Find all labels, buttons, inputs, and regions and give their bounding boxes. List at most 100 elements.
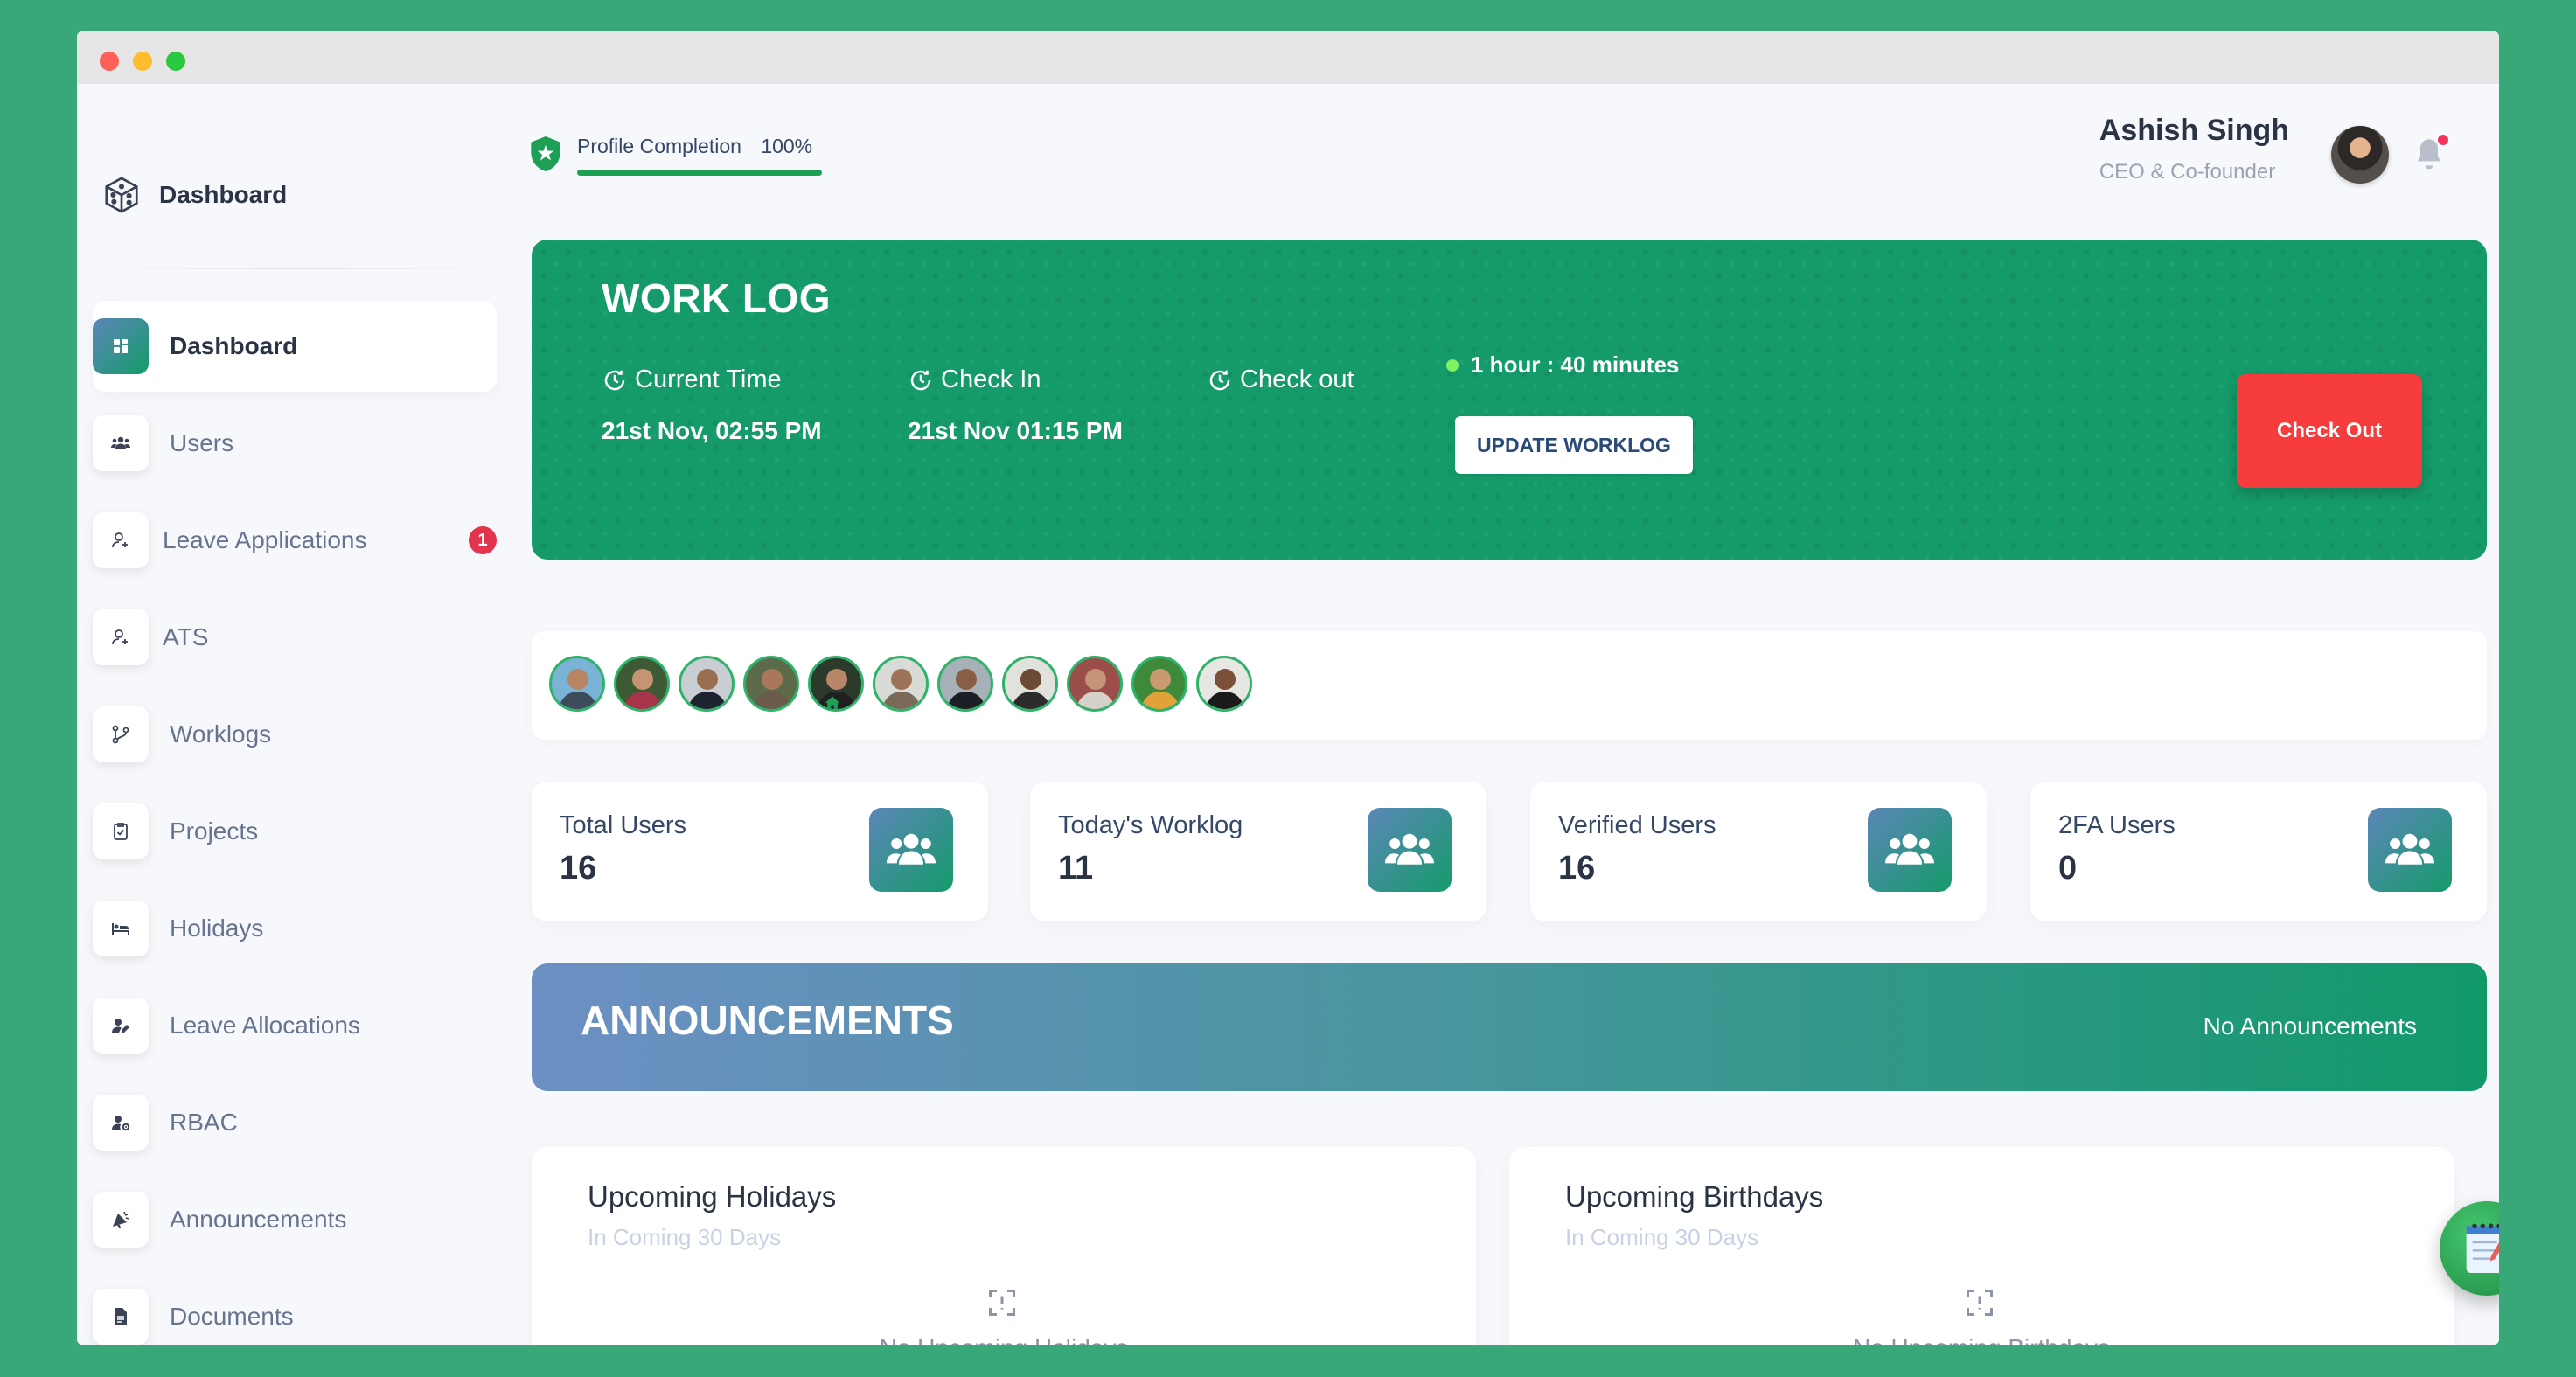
- stat-card-todays-worklog[interactable]: Today's Worklog 11: [1030, 782, 1486, 921]
- check-in: Check In 21st Nov 01:15 PM: [908, 365, 1123, 445]
- users-icon: [1368, 808, 1452, 892]
- worklog-title: WORK LOG: [602, 275, 832, 321]
- stat-label: Total Users: [560, 811, 687, 839]
- team-avatar[interactable]: [1131, 656, 1187, 712]
- sidebar-item-documents[interactable]: Documents: [93, 1271, 497, 1345]
- upcoming-birthdays-card: Upcoming Birthdays In Coming 30 Days No …: [1509, 1147, 2454, 1345]
- stat-card-2fa-users[interactable]: 2FA Users 0: [2030, 782, 2487, 921]
- sidebar-item-label: Projects: [170, 817, 259, 845]
- user-gear-icon: [93, 1095, 149, 1151]
- card-title: Upcoming Holidays: [588, 1180, 837, 1213]
- sidebar-item-dashboard[interactable]: Dashboard: [93, 301, 497, 392]
- sidebar-item-label: Leave Allocations: [170, 1012, 360, 1039]
- user-info[interactable]: Ashish Singh CEO & Co-founder: [2099, 114, 2289, 184]
- notepad-icon: [2466, 1223, 2499, 1273]
- team-avatar[interactable]: [1067, 656, 1123, 712]
- announcements-empty-text: No Announcements: [2203, 1012, 2417, 1040]
- dice-icon: [105, 177, 138, 213]
- brand-label: Dashboard: [159, 181, 288, 208]
- announcements-banner: ANNOUNCEMENTS No Announcements: [532, 963, 2487, 1091]
- home-icon: [825, 696, 840, 710]
- sidebar-item-announcements[interactable]: Announcements: [93, 1174, 497, 1265]
- sidebar-item-users[interactable]: Users: [93, 398, 497, 489]
- stat-label: Verified Users: [1558, 811, 1716, 839]
- megaphone-icon: [93, 1192, 149, 1248]
- clock-icon: [604, 370, 625, 390]
- check-out-label: Check out: [1240, 365, 1354, 393]
- duration-text: 1 hour : 40 minutes: [1471, 351, 1680, 378]
- user-add-icon: [93, 512, 149, 568]
- users-icon: [93, 415, 149, 471]
- check-out: Check out: [1207, 365, 1354, 394]
- current-time-value: 21st Nov, 02:55 PM: [602, 417, 822, 444]
- update-worklog-button[interactable]: UPDATE WORKLOG: [1455, 416, 1693, 474]
- sidebar-item-ats[interactable]: ATS: [93, 592, 497, 683]
- sidebar-item-projects[interactable]: Projects: [93, 786, 497, 877]
- clock-icon: [1209, 370, 1230, 390]
- sidebar-item-label: Dashboard: [170, 332, 298, 359]
- maximize-window-button[interactable]: [166, 52, 185, 71]
- users-icon: [869, 808, 953, 892]
- user-edit-icon: [93, 998, 149, 1054]
- current-time-label: Current Time: [635, 365, 782, 393]
- sidebar-item-rbac[interactable]: RBAC: [93, 1077, 497, 1168]
- notification-dot: [2436, 133, 2450, 147]
- users-icon: [1868, 808, 1952, 892]
- grid-icon: [93, 318, 149, 374]
- user-add-icon: [93, 609, 149, 665]
- sidebar-item-leave-applications[interactable]: Leave Applications 1: [93, 495, 497, 586]
- profile-completion-bar: [577, 170, 822, 176]
- profile-completion-value: 100%: [761, 135, 813, 157]
- card-subtitle: In Coming 30 Days: [1565, 1224, 1759, 1250]
- team-avatar[interactable]: [1196, 656, 1252, 712]
- check-in-label: Check In: [941, 365, 1041, 393]
- sidebar-item-label: Holidays: [170, 915, 264, 942]
- clipboard-icon: [93, 803, 149, 859]
- team-avatar[interactable]: [549, 656, 605, 712]
- sidebar-item-holidays[interactable]: Holidays: [93, 883, 497, 974]
- stat-value: 16: [560, 850, 597, 887]
- sidebar-item-label: Users: [170, 429, 234, 456]
- divider: [94, 268, 505, 269]
- team-avatar[interactable]: [873, 656, 929, 712]
- check-in-value: 21st Nov 01:15 PM: [908, 417, 1123, 444]
- check-out-button[interactable]: Check Out: [2237, 374, 2422, 488]
- sidebar: Dashboard Dashboard Users Leave Applicat…: [77, 84, 523, 1345]
- empty-state-icon: [1967, 1290, 1993, 1316]
- sidebar-item-label: Leave Applications: [163, 526, 367, 553]
- team-avatars-card: [532, 631, 2487, 740]
- upcoming-holidays-card: Upcoming Holidays In Coming 30 Days No U…: [532, 1147, 1476, 1345]
- team-avatar[interactable]: [679, 656, 735, 712]
- user-role: CEO & Co-founder: [2099, 160, 2276, 184]
- stat-card-total-users[interactable]: Total Users 16: [532, 782, 988, 921]
- card-subtitle: In Coming 30 Days: [588, 1224, 782, 1250]
- branch-icon: [93, 706, 149, 762]
- status-dot: [1446, 358, 1459, 372]
- brand[interactable]: Dashboard: [101, 175, 287, 215]
- sidebar-item-worklogs[interactable]: Worklogs: [93, 689, 497, 780]
- minimize-window-button[interactable]: [133, 52, 152, 71]
- worklog-card: WORK LOG Current Time 21st Nov, 02:55 PM…: [532, 240, 2487, 560]
- clock-icon: [910, 370, 931, 390]
- team-avatar[interactable]: [937, 656, 993, 712]
- users-icon: [2368, 808, 2452, 892]
- team-avatar[interactable]: [1002, 656, 1058, 712]
- stat-card-verified-users[interactable]: Verified Users 16: [1530, 782, 1987, 921]
- sidebar-item-leave-allocations[interactable]: Leave Allocations: [93, 980, 497, 1071]
- team-avatar[interactable]: [614, 656, 670, 712]
- sidebar-item-label: RBAC: [170, 1109, 238, 1136]
- current-time: Current Time 21st Nov, 02:55 PM: [602, 365, 822, 445]
- empty-state-text: No Upcoming Holidays: [532, 1334, 1476, 1345]
- empty-state-icon: [989, 1290, 1015, 1316]
- stat-label: Today's Worklog: [1058, 811, 1243, 839]
- stat-label: 2FA Users: [2058, 811, 2176, 839]
- announcements-title: ANNOUNCEMENTS: [581, 998, 954, 1043]
- sidebar-item-label: ATS: [163, 623, 209, 650]
- team-avatar[interactable]: [743, 656, 799, 712]
- window-titlebar: [77, 31, 2499, 84]
- avatar[interactable]: [2331, 126, 2389, 184]
- bed-icon: [93, 901, 149, 956]
- user-name: Ashish Singh: [2099, 114, 2289, 147]
- profile-completion-text: Profile Completion 100%: [577, 135, 812, 158]
- close-window-button[interactable]: [100, 52, 119, 71]
